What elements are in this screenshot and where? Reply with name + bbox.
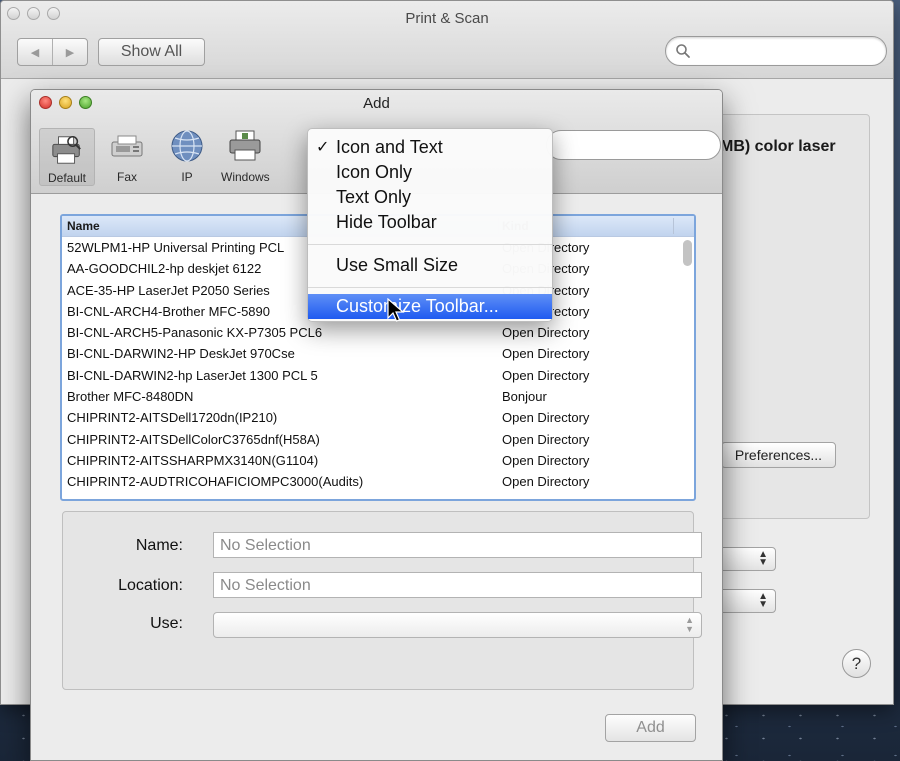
list-scrollbar-thumb[interactable] xyxy=(683,240,692,266)
column-divider xyxy=(673,218,674,234)
printer-kind: Open Directory xyxy=(502,346,590,362)
table-row[interactable]: CHIPRINT2-AITSDellColorC3765dnf(H58A) Ope… xyxy=(62,429,680,450)
table-row[interactable]: BI-CNL-DARWIN2-HP DeskJet 970Cse Open Dir… xyxy=(62,343,680,364)
printer-name: AA-GOODCHIL2-hp deskjet 6122 xyxy=(67,261,262,277)
toolbar-ip-label: IP xyxy=(181,170,193,184)
printer-kind: Open Directory xyxy=(502,474,590,490)
printer-kind: Open Directory xyxy=(502,452,590,468)
printer-name: Brother MFC-8480DN xyxy=(67,389,194,405)
table-row[interactable]: CHIPRINT2-AUDTRICOHAFICIOMPC3000(Audits)… xyxy=(62,471,680,492)
table-row[interactable]: BI-CNL-ARCH5-Panasonic KX-P7305 PCL6 Open… xyxy=(62,322,680,343)
forward-button[interactable]: ▶ xyxy=(52,39,87,65)
printer-name-label: MB) color laser xyxy=(720,138,836,155)
back-button[interactable]: ◀ xyxy=(18,39,52,65)
printer-name: CHIPRINT2-AUDTRICOHAFICIOMPC3000(Audits) xyxy=(67,474,364,490)
menu-item-text-only[interactable]: Text Only xyxy=(308,185,552,210)
printer-kind: Open Directory xyxy=(502,410,590,426)
table-row[interactable]: Brother MFC-8480DN Bonjour xyxy=(62,386,680,407)
window-title: Add xyxy=(363,95,390,112)
add-button[interactable]: Add xyxy=(605,714,696,742)
menu-item-use-small-size[interactable]: Use Small Size xyxy=(308,253,552,278)
toolbar-windows-label: Windows xyxy=(221,170,270,184)
name-field[interactable]: No Selection xyxy=(213,532,702,558)
printer-name: CHIPRINT2-AITSDell1720dn(IP210) xyxy=(67,410,278,426)
printer-kind: Open Directory xyxy=(502,431,590,447)
location-field[interactable]: No Selection xyxy=(213,572,702,598)
printer-search-input[interactable] xyxy=(546,130,721,160)
select-arrows-icon: ▲ ▼ xyxy=(758,591,768,610)
toolbar-default-button[interactable]: Default xyxy=(39,128,95,186)
main-titlebar: Print & Scan ◀ ▶ Show All xyxy=(1,1,893,79)
select-arrows-icon: ▲ ▼ xyxy=(758,549,768,568)
toolbar-default-label: Default xyxy=(47,171,87,185)
window-title: Print & Scan xyxy=(405,10,489,27)
printer-name: BI-CNL-DARWIN2-hp LaserJet 1300 PCL 5 xyxy=(67,367,318,383)
default-printer-select[interactable]: ▲ ▼ xyxy=(716,547,776,571)
options-supplies-button[interactable]: Preferences... xyxy=(721,442,836,468)
menu-separator xyxy=(308,244,552,245)
printer-name: BI-CNL-DARWIN2-HP DeskJet 970Cse xyxy=(67,346,295,362)
back-forward-control: ◀ ▶ xyxy=(17,38,88,66)
search-icon xyxy=(676,44,690,58)
toolbar-fax-button[interactable]: Fax xyxy=(109,128,145,184)
show-all-button[interactable]: Show All xyxy=(98,38,205,66)
menu-item-label: Use Small Size xyxy=(336,255,459,275)
menu-item-label: Hide Toolbar xyxy=(336,212,437,232)
table-row[interactable]: BI-CNL-DARWIN2-hp LaserJet 1300 PCL 5 Ope… xyxy=(62,365,680,386)
help-button[interactable]: ? xyxy=(842,649,871,678)
mouse-pointer-icon xyxy=(387,298,405,322)
windows-printer-icon xyxy=(229,130,261,161)
toolbar-context-menu: ✓ Icon and Text Icon Only Text Only Hide… xyxy=(307,128,553,322)
menu-separator xyxy=(308,287,552,288)
toolbar-ip-button[interactable]: IP xyxy=(169,128,205,184)
use-driver-select[interactable]: ▲ ▼ xyxy=(213,612,702,638)
checkmark-icon: ✓ xyxy=(316,139,330,156)
printer-name: BI-CNL-ARCH5-Panasonic KX-P7305 PCL6 xyxy=(67,325,323,341)
printer-kind: Bonjour xyxy=(502,389,547,405)
name-label: Name: xyxy=(135,537,183,554)
use-label: Use: xyxy=(150,615,183,632)
menu-item-label: Text Only xyxy=(336,187,412,207)
printer-name: ACE-35-HP LaserJet P2050 Series xyxy=(67,282,270,298)
toolbar-windows-button[interactable]: Windows xyxy=(221,128,270,184)
select-arrows-icon: ▲ ▼ xyxy=(685,615,694,634)
menu-item-label: Icon Only xyxy=(336,162,413,182)
table-row[interactable]: CHIPRINT2-AITSDell1720dn(IP210) Open Dire… xyxy=(62,407,680,428)
menu-item-hide-toolbar[interactable]: Hide Toolbar xyxy=(308,210,552,235)
printer-kind: Open Directory xyxy=(502,325,590,341)
printer-name: 52WLPM1-HP Universal Printing PCL xyxy=(67,240,285,255)
printer-name: CHIPRINT2-AITSSHARPMX3140N(G1104) xyxy=(67,452,319,468)
menu-item-icon-and-text[interactable]: ✓ Icon and Text xyxy=(308,135,552,160)
location-label: Location: xyxy=(118,577,183,594)
toolbar-fax-label: Fax xyxy=(116,170,137,184)
printer-details-box: Name: No Selection Location: No Selectio… xyxy=(62,511,702,690)
menu-item-icon-only[interactable]: Icon Only xyxy=(308,160,552,185)
printer-name: CHIPRINT2-AITSDellColorC3765dnf(H58A) xyxy=(67,431,320,447)
default-paper-select[interactable]: ▲ ▼ xyxy=(716,589,776,613)
column-header-name[interactable]: Name xyxy=(67,219,100,233)
menu-item-customize-toolbar[interactable]: Customize Toolbar... xyxy=(308,294,552,319)
printer-name: BI-CNL-ARCH4-Brother MFC-5890 xyxy=(67,303,270,319)
menu-item-label: Customize Toolbar... xyxy=(336,296,499,316)
menu-item-label: Icon and Text xyxy=(336,137,443,157)
table-row[interactable]: CHIPRINT2-AITSSHARPMX3140N(G1104) Open Di… xyxy=(62,450,680,471)
printer-kind: Open Directory xyxy=(502,367,590,383)
globe-icon xyxy=(171,130,203,162)
preferences-search-input[interactable] xyxy=(665,36,887,66)
printer-search-icon xyxy=(52,136,81,164)
fax-icon xyxy=(111,135,143,157)
